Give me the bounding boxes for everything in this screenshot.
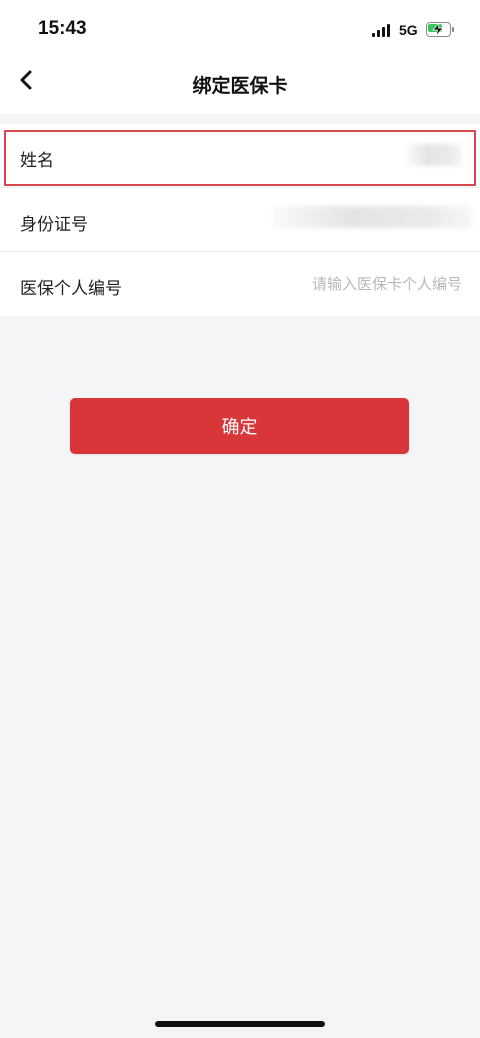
id-value-redacted	[272, 206, 472, 228]
name-row: 姓名	[0, 124, 480, 188]
nav-bar: 绑定医保卡	[0, 44, 480, 114]
home-indicator[interactable]	[155, 1021, 325, 1027]
name-label: 姓名	[20, 151, 54, 171]
status-bar: 15:43 5G	[0, 0, 480, 44]
insurance-no-row[interactable]: 医保个人编号	[0, 252, 480, 316]
battery-charging-icon	[426, 22, 454, 37]
lightning-icon	[432, 23, 444, 36]
network-label: 5G	[399, 22, 418, 38]
confirm-button[interactable]: 确定	[70, 398, 409, 454]
name-value-redacted	[406, 144, 462, 166]
signal-icon	[372, 24, 392, 37]
screen: 15:43 5G 绑定医保卡 姓名 身份证号 医保个人编号 请输入医保卡个人编号…	[0, 0, 480, 1038]
status-time: 15:43	[38, 18, 87, 39]
page-title: 绑定医保卡	[192, 75, 288, 97]
insurance-no-input[interactable]	[262, 270, 462, 298]
insurance-no-label: 医保个人编号	[20, 279, 122, 299]
id-row: 身份证号	[0, 188, 480, 252]
id-label: 身份证号	[20, 215, 88, 235]
form-list: 姓名 身份证号 医保个人编号	[0, 124, 480, 316]
